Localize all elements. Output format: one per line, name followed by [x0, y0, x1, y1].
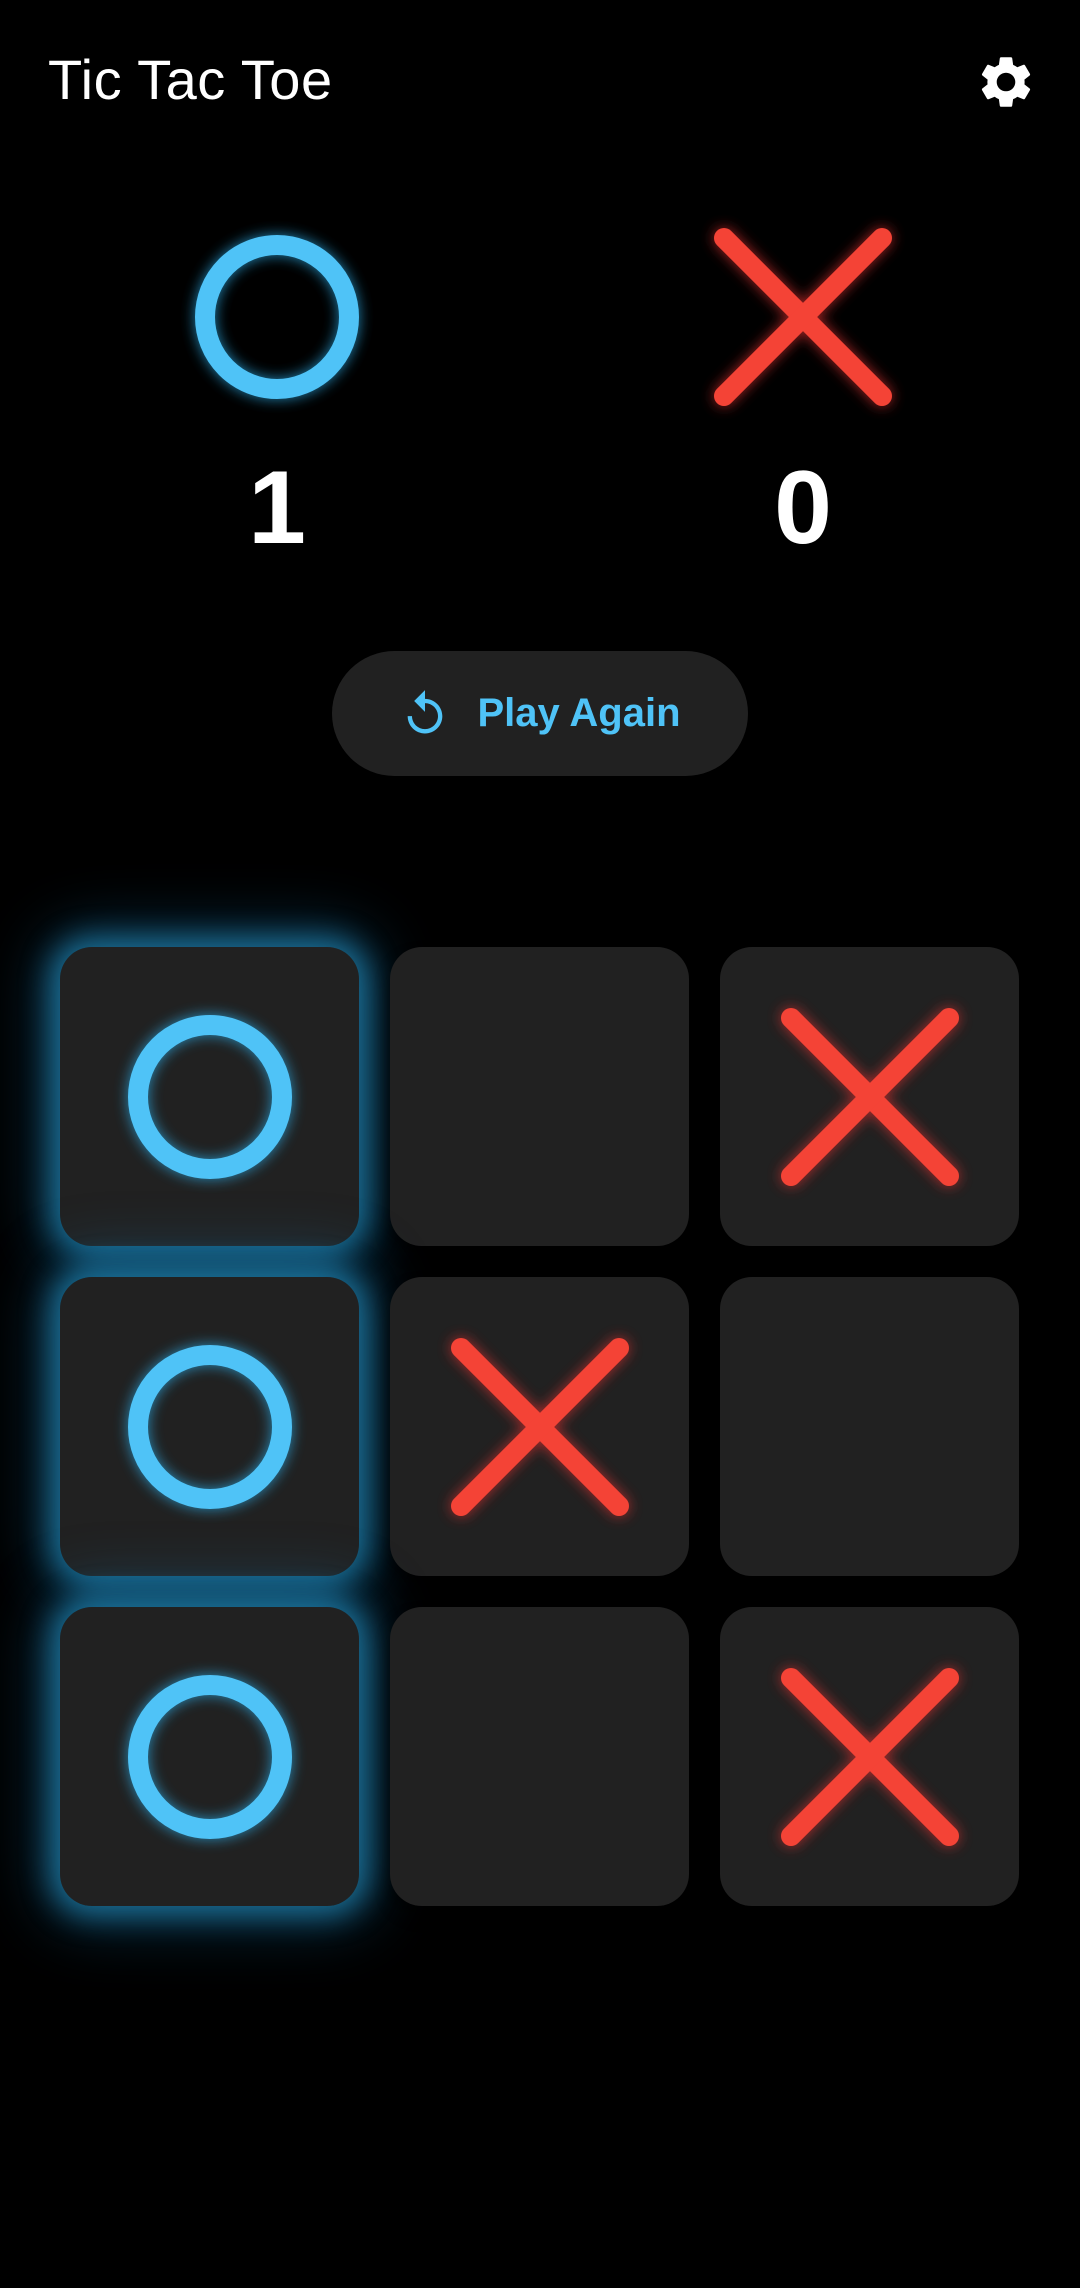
settings-button[interactable] [970, 46, 1042, 118]
x-mark-icon [780, 1007, 959, 1186]
o-mark-icon [127, 1014, 292, 1179]
o-mark-icon [127, 1344, 292, 1509]
board-cell-o[interactable] [60, 947, 359, 1246]
play-again-label: Play Again [477, 691, 681, 735]
score-o-value: 1 [248, 450, 306, 566]
o-mark-icon [127, 1674, 292, 1839]
play-again-button[interactable]: Play Again [332, 651, 748, 776]
score-x-value: 0 [774, 450, 832, 566]
o-mark-icon [195, 235, 359, 399]
board-cell-empty[interactable] [390, 1607, 689, 1906]
board-cell-empty[interactable] [720, 1277, 1019, 1576]
x-mark-icon [714, 228, 892, 406]
board-cell-x[interactable] [720, 947, 1019, 1246]
gear-icon [981, 57, 1031, 107]
board-cell-empty[interactable] [390, 947, 689, 1246]
score-x-mark [713, 227, 893, 407]
game-board [60, 947, 1020, 1907]
x-mark-icon [450, 1337, 629, 1516]
app-screen: Tic Tac Toe 1 0 Play Again [0, 0, 1080, 2288]
score-o-mark [187, 227, 367, 407]
replay-icon [408, 689, 443, 733]
x-mark-icon [780, 1667, 959, 1846]
board-cell-x[interactable] [720, 1607, 1019, 1906]
board-cell-o[interactable] [60, 1277, 359, 1576]
board-cell-x[interactable] [390, 1277, 689, 1576]
board-cell-o[interactable] [60, 1607, 359, 1906]
app-title: Tic Tac Toe [48, 48, 333, 111]
